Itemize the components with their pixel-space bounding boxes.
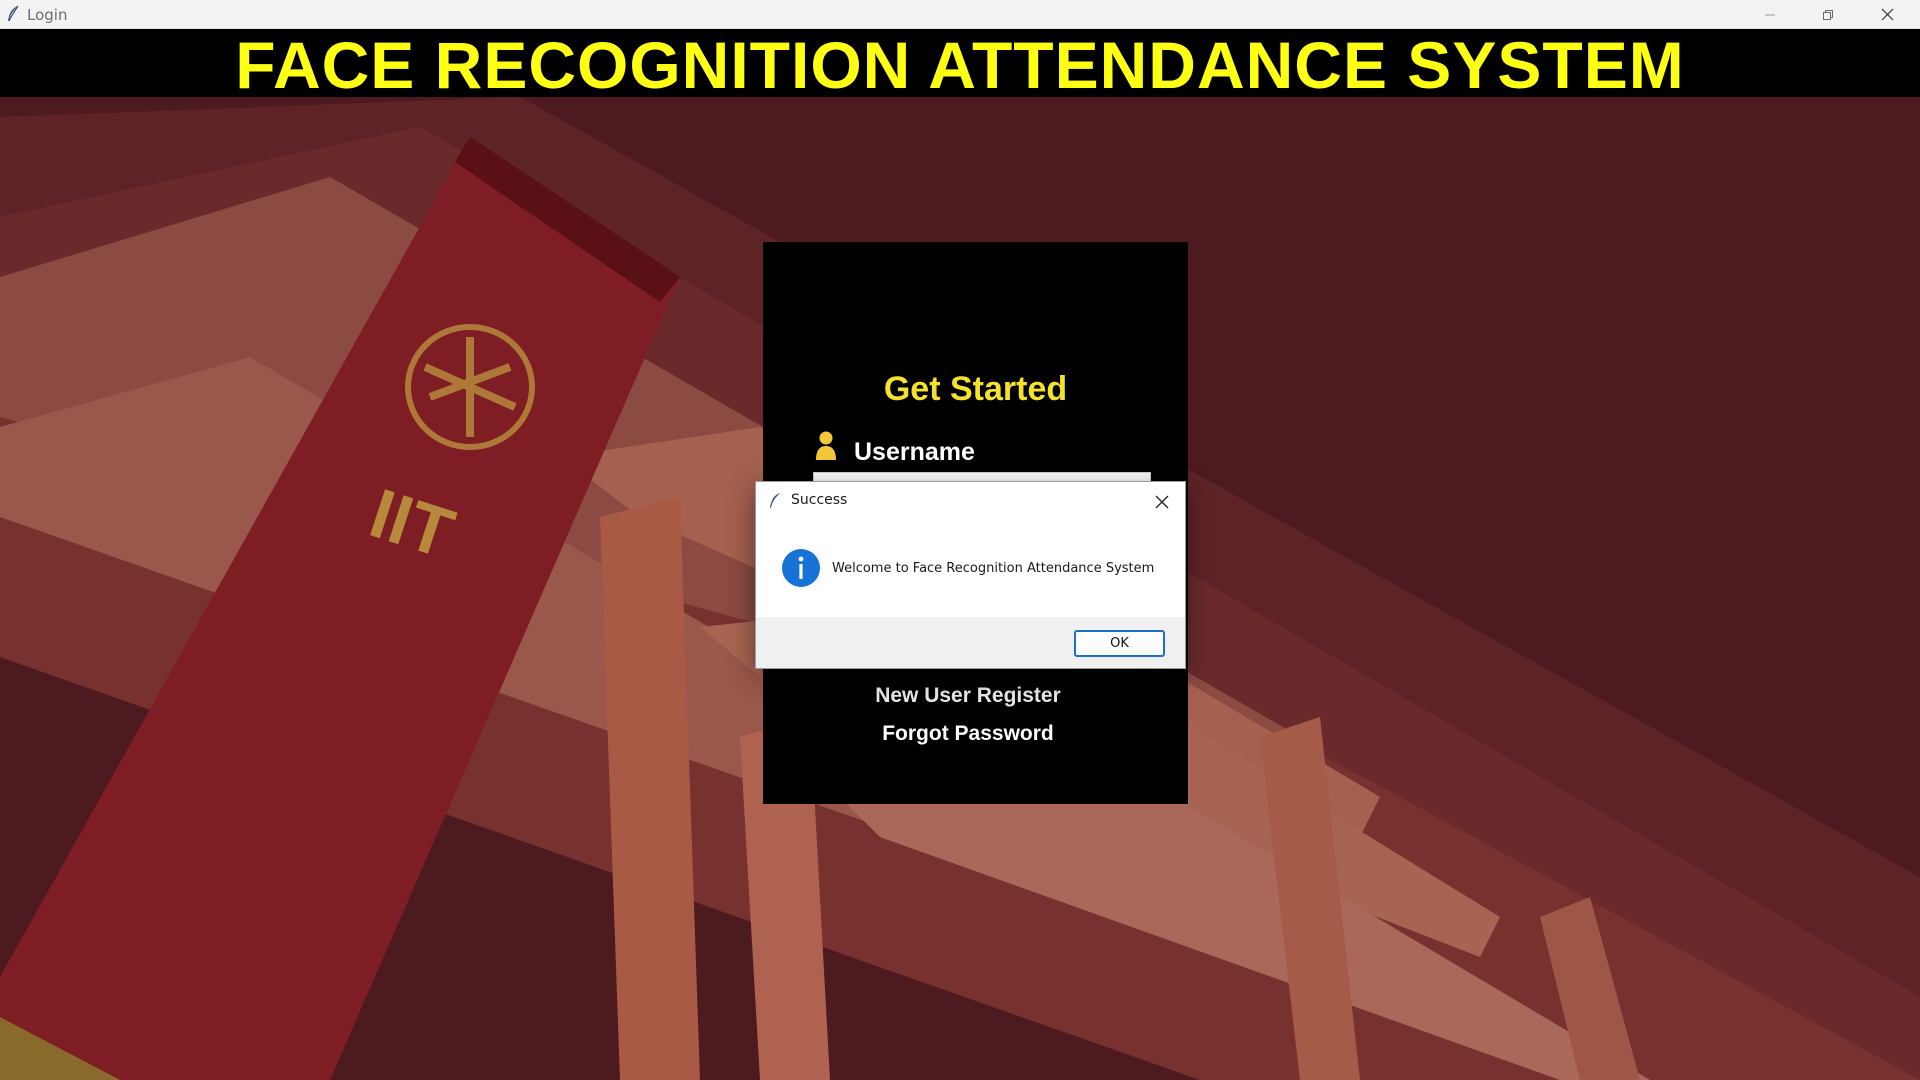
app-title: FACE RECOGNITION ATTENDANCE SYSTEM [235, 28, 1685, 102]
forgot-password-link[interactable]: Forgot Password [763, 722, 1173, 746]
window-close-button[interactable] [1858, 0, 1916, 29]
restore-button[interactable] [1799, 0, 1857, 29]
new-user-register-link[interactable]: New User Register [763, 684, 1173, 708]
minimize-button[interactable] [1741, 0, 1799, 29]
header-banner: FACE RECOGNITION ATTENDANCE SYSTEM [0, 28, 1920, 102]
info-icon [782, 549, 820, 587]
dialog-title: Success [791, 492, 848, 508]
close-icon [1881, 8, 1893, 21]
window-title: Login [27, 6, 68, 24]
close-icon [1155, 495, 1169, 509]
window-titlebar: Login [0, 0, 1920, 29]
success-dialog: Success Welcome to Face Recognition Atte… [755, 481, 1186, 669]
get-started-heading: Get Started [883, 370, 1068, 408]
feather-icon [770, 493, 780, 508]
restore-icon [1823, 9, 1833, 20]
user-icon [816, 431, 836, 460]
feather-icon [8, 5, 19, 22]
username-label: Username [854, 438, 975, 466]
dialog-message: Welcome to Face Recognition Attendance S… [832, 561, 1155, 576]
minimize-icon [1765, 14, 1775, 15]
ok-button[interactable]: OK [1074, 630, 1165, 657]
dialog-close-button[interactable] [1149, 489, 1175, 515]
